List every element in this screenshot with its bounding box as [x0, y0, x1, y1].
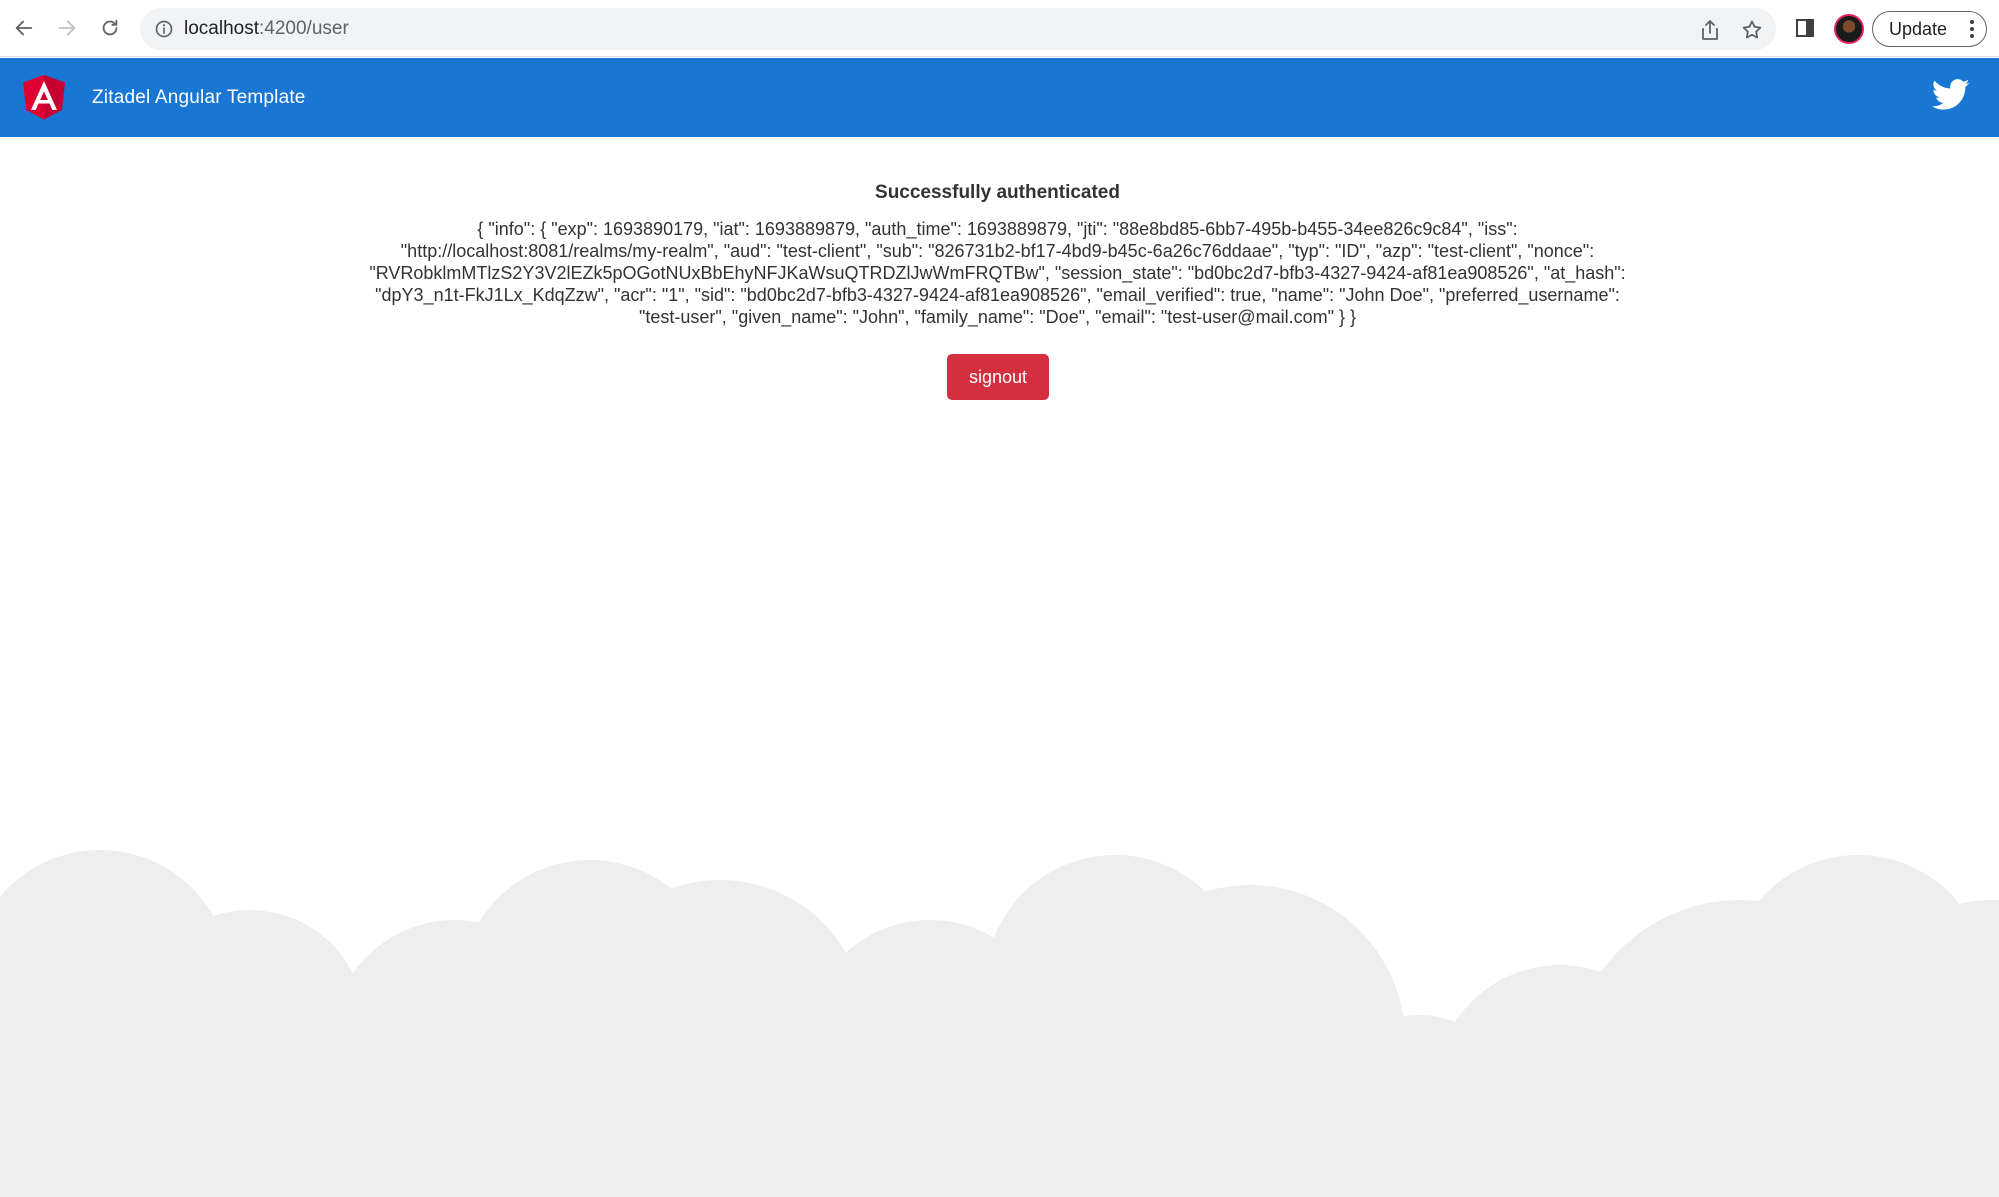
back-button[interactable]	[8, 12, 40, 44]
active-tab-indicator	[826, 0, 882, 2]
reload-icon	[102, 19, 118, 36]
forward-button[interactable]	[51, 12, 83, 44]
share-icon[interactable]	[1698, 18, 1722, 42]
url-path: :4200/user	[259, 18, 349, 39]
update-button-label: Update	[1889, 18, 1948, 39]
side-panel-icon[interactable]	[1793, 16, 1817, 40]
browser-toolbar: localhost:4200/user Update	[0, 0, 1999, 57]
site-info-icon[interactable]	[154, 19, 174, 39]
update-button[interactable]: Update	[1872, 11, 1987, 47]
bookmark-star-icon[interactable]	[1740, 18, 1764, 42]
cloud-background	[0, 850, 1999, 1197]
twitter-icon[interactable]	[1932, 78, 1970, 112]
url-host: localhost	[184, 18, 259, 39]
angular-logo-icon	[23, 75, 65, 120]
auth-result-panel: Successfully authenticated { "info": { "…	[360, 182, 1635, 328]
app-title: Zitadel Angular Template	[92, 87, 306, 108]
address-bar[interactable]: localhost:4200/user	[140, 8, 1776, 50]
signout-button[interactable]: signout	[947, 354, 1049, 400]
reload-button[interactable]	[94, 12, 126, 44]
token-info-json: { "info": { "exp": 1693890179, "iat": 16…	[369, 219, 1626, 327]
app-header: Zitadel Angular Template	[0, 58, 1999, 137]
arrow-left-icon	[15, 20, 33, 36]
success-heading: Successfully authenticated	[875, 182, 1120, 203]
profile-avatar[interactable]	[1834, 14, 1864, 44]
arrow-right-icon	[58, 20, 76, 36]
url-text[interactable]: localhost:4200/user	[184, 18, 349, 40]
more-menu-icon[interactable]	[1970, 20, 1974, 38]
